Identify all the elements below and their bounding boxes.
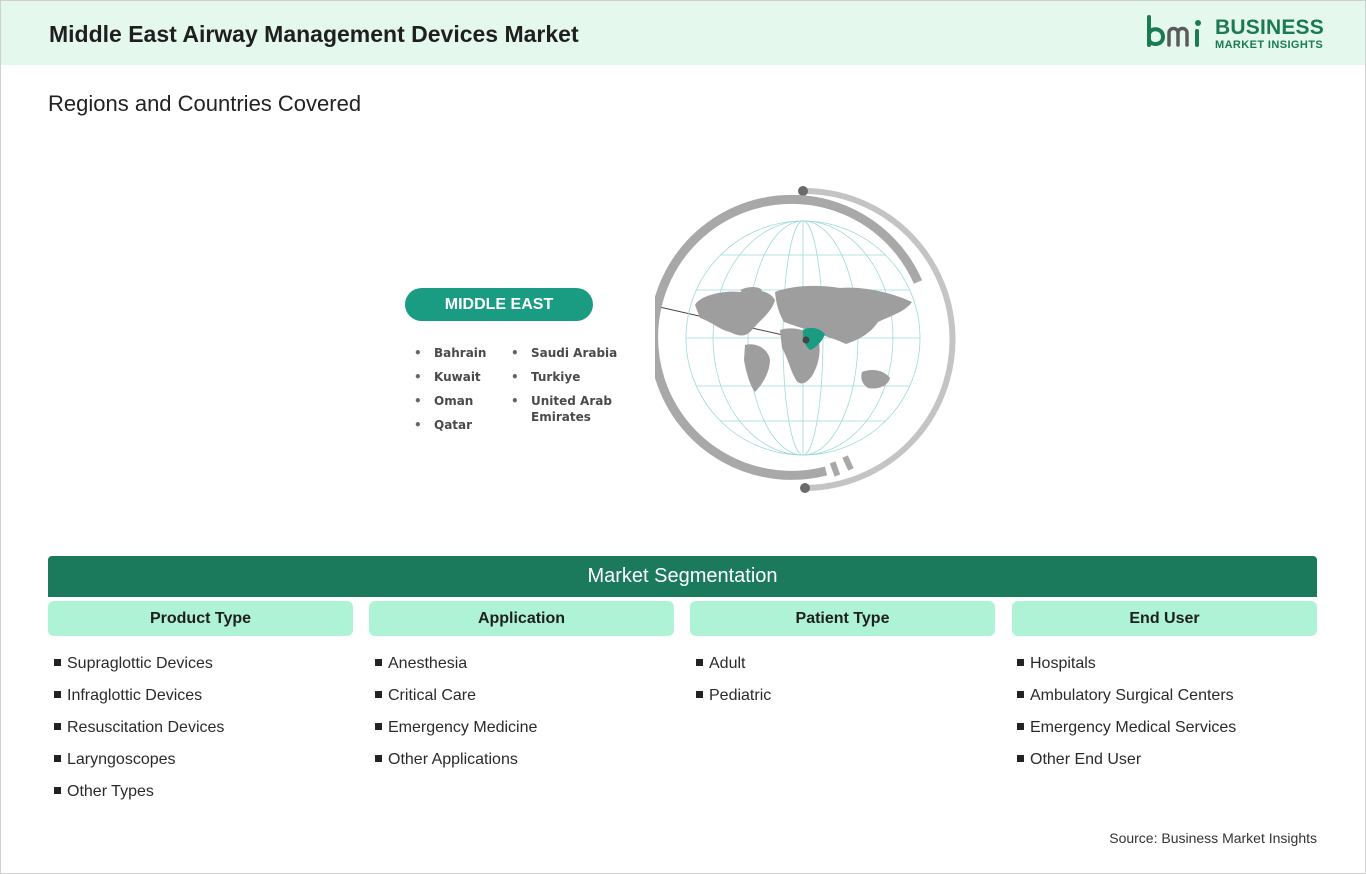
product-type-list: Supraglottic Devices Infraglottic Device… <box>54 652 224 812</box>
logo-text-business: BUSINESS <box>1215 16 1324 39</box>
country-item: Bahrain <box>412 345 486 369</box>
list-item: Other Types <box>54 780 224 812</box>
list-item: Hospitals <box>1017 652 1236 684</box>
list-item: Ambulatory Surgical Centers <box>1017 684 1236 716</box>
bullet-square-icon <box>54 787 61 794</box>
list-item-label: Supraglottic Devices <box>67 655 213 672</box>
list-item-label: Other Applications <box>388 751 518 768</box>
bullet-square-icon <box>1017 659 1024 666</box>
bmi-logo-mark-icon <box>1147 15 1201 47</box>
patient-type-list: Adult Pediatric <box>696 652 771 716</box>
country-item: Kuwait <box>412 369 486 393</box>
list-item: Emergency Medical Services <box>1017 716 1236 748</box>
header-bar: Middle East Airway Management Devices Ma… <box>1 1 1365 65</box>
list-item: Resuscitation Devices <box>54 716 224 748</box>
list-item-label: Laryngoscopes <box>67 751 176 768</box>
country-item: United Arab Emirates <box>509 393 629 433</box>
country-item: Saudi Arabia <box>509 345 629 369</box>
list-item: Laryngoscopes <box>54 748 224 780</box>
bullet-square-icon <box>375 691 382 698</box>
source-note: Source: Business Market Insights <box>1109 830 1317 846</box>
section-subtitle: Regions and Countries Covered <box>48 91 362 116</box>
list-item: Pediatric <box>696 684 771 716</box>
bullet-square-icon <box>54 691 61 698</box>
list-item-label: Emergency Medical Services <box>1030 719 1237 736</box>
list-item-label: Other Types <box>67 783 154 800</box>
segment-header-product-type: Product Type <box>48 601 353 636</box>
end-user-list: Hospitals Ambulatory Surgical Centers Em… <box>1017 652 1236 780</box>
list-item-label: Critical Care <box>388 687 477 704</box>
bullet-square-icon <box>375 659 382 666</box>
segment-header-patient-type: Patient Type <box>690 601 995 636</box>
logo-text-market-insights: MARKET INSIGHTS <box>1215 39 1324 51</box>
list-item: Anesthesia <box>375 652 537 684</box>
bullet-square-icon <box>54 723 61 730</box>
application-list: Anesthesia Critical Care Emergency Medic… <box>375 652 537 780</box>
list-item-label: Emergency Medicine <box>388 719 538 736</box>
page-title: Middle East Airway Management Devices Ma… <box>49 21 579 47</box>
bullet-square-icon <box>375 723 382 730</box>
market-segmentation-bar: Market Segmentation <box>48 556 1317 597</box>
bullet-square-icon <box>1017 723 1024 730</box>
bullet-square-icon <box>375 755 382 762</box>
bullet-square-icon <box>696 691 703 698</box>
list-item: Critical Care <box>375 684 537 716</box>
country-item: Qatar <box>412 417 486 441</box>
list-item: Other Applications <box>375 748 537 780</box>
list-item-label: Pediatric <box>709 687 772 704</box>
list-item-label: Adult <box>709 655 746 672</box>
list-item-label: Other End User <box>1030 751 1142 768</box>
list-item: Emergency Medicine <box>375 716 537 748</box>
bullet-square-icon <box>54 659 61 666</box>
list-item: Other End User <box>1017 748 1236 780</box>
list-item-label: Infraglottic Devices <box>67 687 203 704</box>
list-item-label: Ambulatory Surgical Centers <box>1030 687 1234 704</box>
country-item: Turkiye <box>509 369 629 393</box>
country-list-right: Saudi Arabia Turkiye United Arab Emirate… <box>509 345 629 433</box>
list-item: Supraglottic Devices <box>54 652 224 684</box>
list-item-label: Anesthesia <box>388 655 468 672</box>
region-label-middle-east: MIDDLE EAST <box>405 288 593 321</box>
bullet-square-icon <box>1017 755 1024 762</box>
list-item-label: Resuscitation Devices <box>67 719 225 736</box>
bullet-square-icon <box>54 755 61 762</box>
country-list-left: Bahrain Kuwait Oman Qatar <box>412 345 486 441</box>
bullet-square-icon <box>1017 691 1024 698</box>
list-item-label: Hospitals <box>1030 655 1096 672</box>
list-item: Adult <box>696 652 771 684</box>
segment-header-application: Application <box>369 601 674 636</box>
list-item: Infraglottic Devices <box>54 684 224 716</box>
segment-header-end-user: End User <box>1012 601 1317 636</box>
country-item: Oman <box>412 393 486 417</box>
world-globe-icon <box>655 186 956 493</box>
bullet-square-icon <box>696 659 703 666</box>
company-logo: BUSINESS MARKET INSIGHTS <box>1145 15 1325 55</box>
